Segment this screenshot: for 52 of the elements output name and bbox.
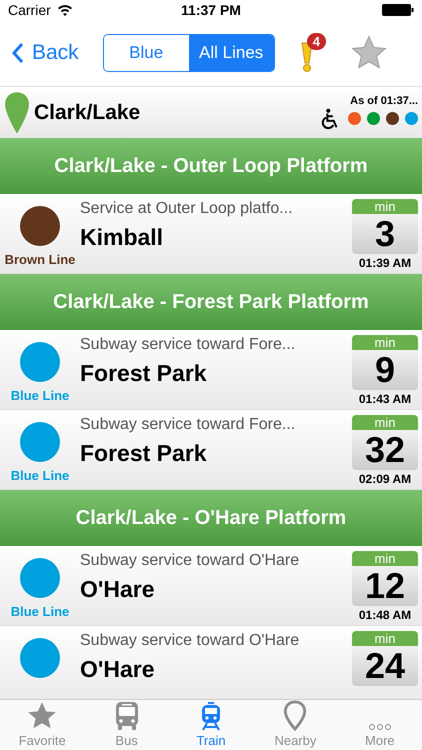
map-pin-icon [4, 90, 30, 134]
destination-name: Forest Park [80, 440, 208, 467]
arrival-time: 01:48 AM [358, 608, 412, 622]
minutes-count: 32 [364, 430, 406, 470]
updated-time: As of 01:37... [350, 94, 418, 106]
tab-bar-item[interactable]: More [338, 700, 422, 750]
line-name: Blue Line [10, 388, 70, 403]
tab-bar-item[interactable]: Bus [84, 700, 169, 750]
minutes-unit: min [352, 631, 418, 646]
minutes-unit: min [352, 335, 418, 350]
arrival-time: 01:39 AM [358, 256, 412, 270]
tab-bar-item[interactable]: Favorite [0, 700, 84, 750]
minutes-unit: min [352, 415, 418, 430]
minutes-count: 12 [364, 566, 406, 606]
tab-bar-item[interactable]: Nearby [253, 700, 338, 750]
platform-header: Clark/Lake - Forest Park Platform [0, 274, 422, 330]
status-time: 11:37 PM [181, 2, 241, 18]
minutes-unit: min [352, 551, 418, 566]
minutes-count: 3 [374, 214, 396, 254]
line-name: Brown Line [4, 252, 76, 267]
wifi-icon [56, 4, 73, 16]
alert-count-badge: 4 [306, 33, 326, 50]
destination-name: Kimball [80, 224, 164, 251]
service-description: Subway service toward Fore... [80, 336, 296, 354]
destination-name: O'Hare [80, 656, 156, 683]
carrier-name: Carrier [8, 2, 51, 18]
alert-button[interactable]: 4 [296, 33, 331, 73]
battery-icon [382, 4, 414, 16]
arrival-time: 02:09 AM [358, 472, 412, 486]
line-name: Blue Line [10, 604, 70, 619]
minutes-unit: min [352, 199, 418, 214]
minutes-count: 9 [374, 350, 396, 390]
service-description: Service at Outer Loop platfo... [80, 200, 294, 218]
more-icon [368, 723, 392, 731]
arrival-time: 01:43 AM [358, 392, 412, 406]
back-button[interactable]: Back [8, 37, 83, 69]
line-name: Blue Line [10, 468, 70, 483]
star-icon[interactable] [350, 35, 387, 71]
platform-header: Clark/Lake - Outer Loop Platform [0, 138, 422, 194]
station-name: Clark/Lake [34, 100, 140, 124]
platform-header: Clark/Lake - O'Hare Platform [0, 490, 422, 546]
destination-name: Forest Park [80, 360, 208, 387]
minutes-count: 24 [364, 646, 406, 686]
service-description: Subway service toward Fore... [80, 416, 296, 434]
map-pin-icon [283, 700, 308, 731]
chevron-icon [12, 42, 24, 64]
service-description: Subway service toward O'Hare [80, 632, 300, 650]
tab-bar-item[interactable]: Train [168, 700, 254, 750]
destination-name: O'Hare [80, 576, 156, 603]
service-description: Subway service toward O'Hare [80, 552, 300, 570]
star-icon [27, 701, 58, 731]
segment-tab[interactable]: All Lines [188, 35, 274, 71]
